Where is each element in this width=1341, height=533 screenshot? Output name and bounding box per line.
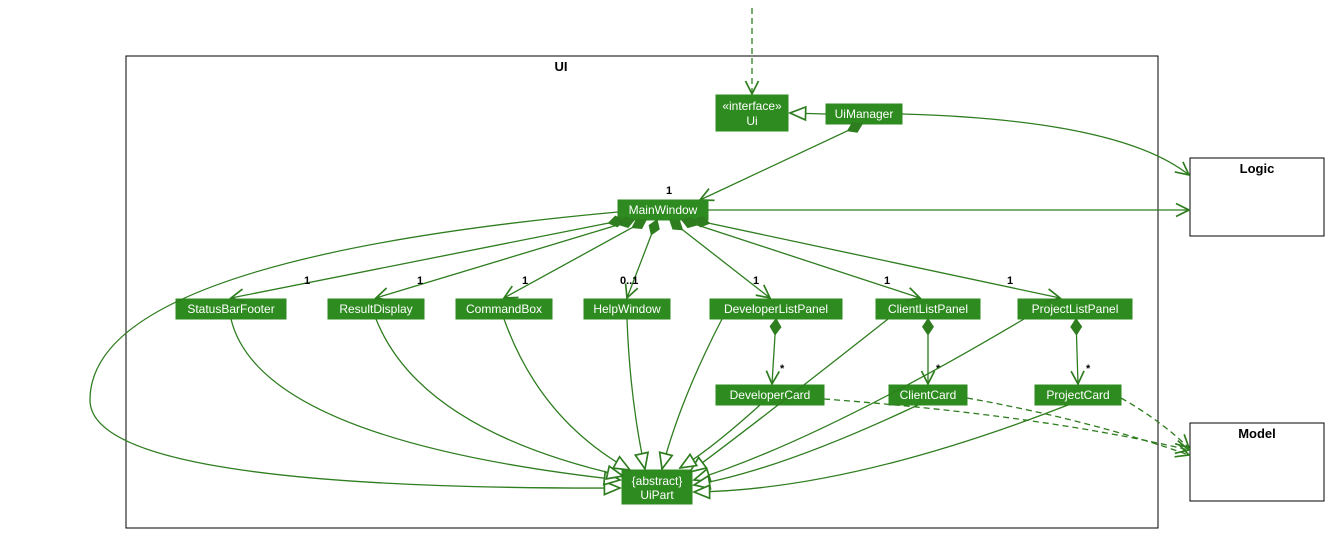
edge-devcard-to-uipart [680, 405, 760, 468]
edge-commandbox-to-uipart [504, 319, 630, 470]
class-help-window: HelpWindow [584, 299, 670, 319]
edge-projectpanel-projectcard [1076, 319, 1078, 384]
svg-text:ResultDisplay: ResultDisplay [339, 302, 412, 316]
class-project-list-panel: ProjectListPanel [1018, 299, 1132, 319]
edge-uimanager-to-logic [902, 114, 1189, 175]
svg-text:CommandBox: CommandBox [466, 302, 542, 316]
class-developer-list-panel: DeveloperListPanel [710, 299, 842, 319]
mult-statusbar: 1 [304, 275, 310, 287]
class-ui-manager: UiManager [826, 104, 902, 124]
mult-projectcard: * [1086, 363, 1091, 375]
svg-text:ProjectCard: ProjectCard [1046, 388, 1109, 402]
svg-text:ProjectListPanel: ProjectListPanel [1032, 302, 1119, 316]
class-project-card: ProjectCard [1035, 385, 1121, 405]
class-developer-card: DeveloperCard [716, 385, 824, 405]
class-client-list-panel: ClientListPanel [876, 299, 980, 319]
mult-helpwindow: 0..1 [620, 275, 638, 287]
class-ui-part: {abstract} UiPart [622, 470, 692, 504]
svg-text:{abstract}: {abstract} [632, 474, 683, 488]
edge-dep-to-model-2 [967, 398, 1189, 455]
edge-statusbar-to-uipart [231, 319, 620, 480]
svg-text:UiManager: UiManager [835, 107, 894, 121]
mult-devpanel: 1 [753, 275, 759, 287]
edge-mw-projectpanel [694, 220, 1060, 298]
edge-mainwindow-to-uipart [90, 212, 620, 488]
package-model-label: Model [1238, 426, 1276, 441]
mult-clientpanel: 1 [884, 275, 890, 287]
class-ui-interface: «interface» Ui [716, 95, 788, 131]
class-main-window: MainWindow [618, 200, 708, 220]
svg-text:UiPart: UiPart [640, 488, 674, 502]
svg-text:ClientCard: ClientCard [900, 388, 957, 402]
mult-resultdisplay: 1 [417, 275, 423, 287]
svg-text:ClientListPanel: ClientListPanel [888, 302, 968, 316]
class-status-bar-footer: StatusBarFooter [176, 299, 286, 319]
svg-text:«interface»: «interface» [722, 99, 782, 113]
edge-dep-to-model-3 [1121, 398, 1189, 448]
edge-mw-statusbar [231, 220, 624, 298]
edge-devpanel-to-uipart [662, 319, 722, 469]
svg-text:Ui: Ui [746, 114, 757, 128]
edge-devpanel-devcard [772, 319, 776, 384]
edge-uimanager-has-mainwindow [700, 124, 862, 200]
svg-text:StatusBarFooter: StatusBarFooter [187, 302, 274, 316]
mult-devcard: * [780, 363, 785, 375]
mult-projectpanel: 1 [1007, 275, 1013, 287]
package-ui-label: UI [555, 59, 568, 74]
edge-mw-resultdisplay [376, 220, 634, 298]
mult-commandbox: 1 [522, 275, 528, 287]
edge-dep-to-model-1 [824, 399, 1189, 450]
class-command-box: CommandBox [456, 299, 552, 319]
edge-helpwindow-to-uipart [627, 319, 645, 469]
edge-uimanager-realizes-ui [790, 113, 826, 114]
svg-text:MainWindow: MainWindow [629, 203, 698, 217]
package-logic-label: Logic [1240, 161, 1275, 176]
svg-text:HelpWindow: HelpWindow [593, 302, 661, 316]
class-result-display: ResultDisplay [328, 299, 424, 319]
edge-resultdisplay-to-uipart [376, 319, 623, 476]
edge-projectcard-to-uipart [694, 405, 1068, 492]
svg-text:DeveloperListPanel: DeveloperListPanel [724, 302, 828, 316]
mult-mainwindow: 1 [666, 185, 672, 197]
edge-clientcard-to-uipart [694, 405, 918, 485]
